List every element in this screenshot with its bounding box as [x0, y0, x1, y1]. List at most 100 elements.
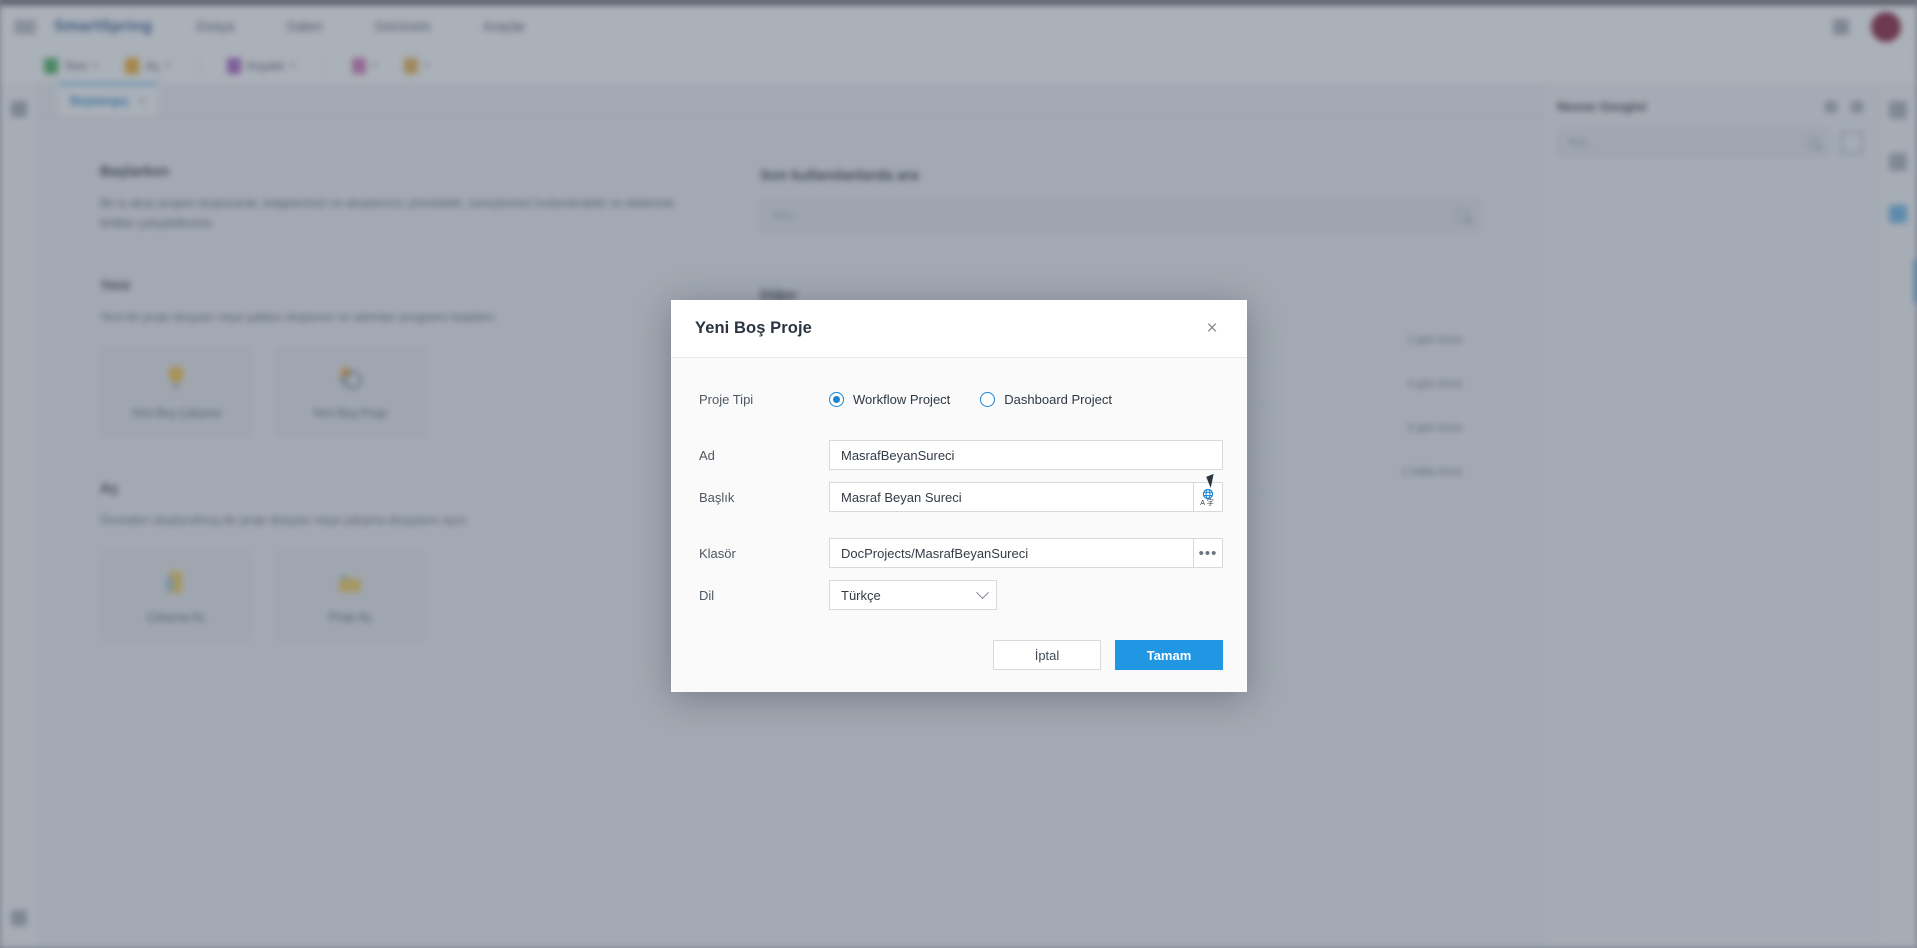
tile-yeni-bos-proje[interactable]: Yeni Boş Proje [274, 347, 426, 438]
grid-icon[interactable] [1825, 100, 1837, 113]
field-row-title: Başlık Masraf Beyan Sureci A 字 [699, 482, 1223, 512]
folder-input[interactable]: DocProjects/MasrafBeyanSureci [829, 538, 1193, 568]
cancel-button[interactable]: İptal [993, 640, 1101, 670]
tile-label: Proje Aç [328, 612, 372, 625]
ribbon-button-ac[interactable]: Aç ▾ [125, 57, 170, 74]
title-input[interactable]: Masraf Beyan Sureci [829, 482, 1193, 512]
rail-icon-explorer[interactable] [1888, 205, 1907, 223]
browse-folder-button[interactable]: ••• [1193, 538, 1223, 568]
folder-open-icon [337, 568, 363, 596]
radio-dashboard-project[interactable]: Dashboard Project [980, 391, 1112, 407]
chevron-down-icon: ▾ [290, 60, 295, 70]
ribbon-label: Kaydet [247, 58, 285, 73]
folder-label: Klasör [699, 545, 736, 561]
name-input[interactable]: MasrafBeyanSureci [829, 440, 1223, 470]
window-controls [1833, 5, 1901, 48]
rail-icon-layers[interactable] [1888, 153, 1907, 171]
puzzle-icon [337, 364, 363, 392]
language-select-value: Türkçe [841, 587, 881, 603]
open-icon [125, 57, 140, 74]
translate-globe-icon: A 字 [1199, 488, 1217, 507]
tile-label: Çalışma Aç [146, 612, 206, 625]
field-row-language: Dil Türkçe [699, 580, 1223, 610]
recent-search-input[interactable]: Ara... [760, 198, 1480, 232]
save-icon [227, 57, 241, 74]
menu-item-dosya[interactable]: Dosya [196, 19, 234, 34]
user-avatar[interactable] [1871, 11, 1901, 42]
title-label: Başlık [699, 489, 735, 505]
folder-doc-icon [163, 568, 189, 596]
timestamp: 3 gün önce [1407, 377, 1462, 390]
shape-icon [351, 57, 366, 74]
tab-baslangic[interactable]: Başlangıç × [58, 83, 159, 116]
new-text: Yeni bir proje dosyası veya şablon oluşt… [100, 309, 498, 324]
ribbon-label: Aç [145, 58, 160, 73]
paint-icon [404, 57, 419, 74]
panel-header: Nesne Gezgini [1557, 99, 1863, 114]
screen: SmartSpring Dosya Galeri Görünüm Araçlar… [0, 0, 1917, 948]
settings-icon[interactable] [1833, 18, 1849, 35]
tile-proje-ac[interactable]: Proje Aç [274, 551, 426, 642]
chevron-down-icon: ▾ [424, 60, 429, 70]
radio-label: Workflow Project [853, 391, 951, 407]
search-heading: Son kullanılanlarda ara [760, 168, 919, 184]
new-empty-project-dialog: Yeni Boş Proje × Proje Tipi Workflow Pro… [671, 300, 1247, 692]
radio-workflow-project[interactable]: Workflow Project [829, 391, 951, 407]
menu-item-gorunum[interactable]: Görünüm [375, 19, 431, 34]
search-icon[interactable] [1808, 137, 1819, 149]
recent-search-section: Son kullanılanlarda ara Ara... [760, 168, 1480, 232]
ribbon-button-kaydet[interactable]: Kaydet ▾ [227, 57, 295, 74]
rail-icon-properties[interactable] [1888, 101, 1907, 119]
dialog-body: Proje Tipi Workflow Project Dashboard Pr… [671, 358, 1247, 692]
ellipsis-icon: ••• [1198, 544, 1218, 562]
timestamp: 5 gün önce [1407, 421, 1462, 434]
tile-calisma-ac[interactable]: Çalışma Aç [100, 551, 252, 642]
search-placeholder: Ara... [773, 208, 802, 222]
panel-search-input[interactable]: Ara... [1557, 128, 1829, 158]
panel-title: Nesne Gezgini [1557, 99, 1647, 114]
radio-indicator [980, 391, 996, 407]
close-icon[interactable]: × [1199, 316, 1225, 342]
tile-yeni-bos-calisma[interactable]: Yeni Boş Çalışma [100, 347, 252, 438]
toolbar-divider [322, 55, 324, 76]
folder-input-group: DocProjects/MasrafBeyanSureci ••• [829, 538, 1223, 568]
language-select[interactable]: Türkçe [829, 580, 997, 610]
chevron-down-icon [976, 585, 989, 599]
radio-label: Dashboard Project [1004, 391, 1112, 407]
ribbon-label: Yeni [64, 58, 87, 73]
bulb-icon [163, 364, 189, 392]
radio-indicator [829, 391, 844, 407]
ribbon-button-yeni[interactable]: Yeni ▾ [44, 57, 98, 74]
language-label: Dil [699, 587, 715, 603]
panel-actions [1825, 100, 1863, 113]
intro-text: Bir iş akışı projesi oluşturarak, belgel… [100, 196, 675, 230]
svg-text:字: 字 [1207, 498, 1214, 506]
search-icon[interactable] [1456, 208, 1469, 222]
close-icon[interactable]: × [139, 94, 146, 108]
dialog-title: Yeni Boş Proje [695, 319, 812, 337]
translate-button[interactable]: A 字 [1193, 482, 1223, 512]
project-type-label: Proje Tipi [699, 391, 754, 407]
ribbon-button-extra-1[interactable]: ▾ [351, 57, 377, 74]
tile-label: Yeni Boş Proje [312, 408, 388, 421]
timestamp: 2 gün önce [1407, 333, 1462, 346]
menu-item-galeri[interactable]: Galeri [286, 19, 322, 34]
tile-label: Yeni Boş Çalışma [130, 408, 222, 421]
ribbon-toolbar: Yeni ▾ Aç ▾ Kaydet ▾ ▾ ▾ [0, 48, 1917, 83]
grid-view-icon[interactable] [1841, 132, 1863, 154]
more-icon[interactable] [1851, 100, 1863, 113]
hamburger-menu-icon[interactable] [14, 16, 36, 38]
field-row-project-type: Proje Tipi Workflow Project Dashboard Pr… [699, 384, 1223, 414]
svg-text:A: A [1200, 498, 1205, 506]
rail-icon-help[interactable] [11, 910, 27, 926]
ok-button[interactable]: Tamam [1115, 640, 1223, 670]
timestamp: 1 hafta önce [1401, 465, 1462, 478]
ribbon-button-extra-2[interactable]: ▾ [404, 57, 429, 74]
chevron-down-icon: ▾ [92, 60, 98, 70]
menu-item-araclar[interactable]: Araçlar [483, 19, 526, 34]
rail-icon-toolbox[interactable] [10, 101, 27, 117]
tab-label: Başlangıç [70, 93, 130, 108]
chevron-down-icon: ▾ [371, 60, 377, 70]
open-text: Önceden oluşturulmuş bir proje dosyası v… [100, 513, 469, 528]
app-brand: SmartSpring [54, 17, 153, 35]
